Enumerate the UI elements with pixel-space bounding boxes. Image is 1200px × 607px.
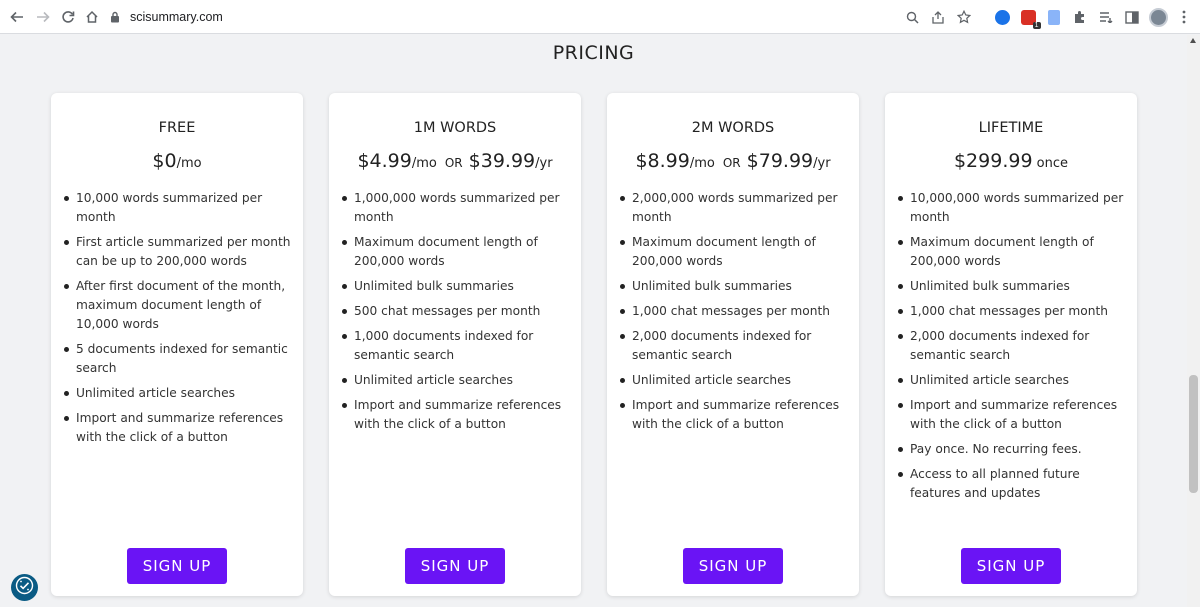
feature-item: 10,000 words summarized per month [62,189,293,227]
feature-item: 10,000,000 words summarized per month [896,189,1127,227]
feature-item: 2,000,000 words summarized per month [618,189,849,227]
feature-item: Unlimited bulk summaries [896,277,1127,296]
sign-up-button-1m-words[interactable]: SIGN UP [405,548,505,584]
privacy-settings-icon [15,576,34,600]
browser-menu-icon[interactable] [1174,7,1194,27]
toolbar-actions: 1 [902,5,1194,29]
reload-icon[interactable] [57,6,79,28]
feature-list: 1,000,000 words summarized per month Max… [340,189,571,440]
feature-item: 1,000,000 words summarized per month [340,189,571,227]
price-unit: /mo [176,156,202,171]
lock-icon [108,10,122,24]
plan-name: LIFETIME [978,120,1044,136]
plan-price: $0/mo [51,150,303,172]
sign-up-button-free[interactable]: SIGN UP [127,548,227,584]
price-unit: /mo [411,156,437,171]
feature-item: Unlimited article searches [62,384,293,403]
feature-item: Import and summarize references with the… [618,396,849,434]
scroll-thumb[interactable] [1189,375,1198,493]
price-amount-yearly: $79.99 [746,150,814,172]
profile-avatar[interactable] [1148,7,1168,27]
feature-item: Maximum document length of 200,000 words [340,233,571,271]
toolbar-spacer [980,7,986,27]
feature-item: Unlimited article searches [340,371,571,390]
feature-list: 2,000,000 words summarized per month Max… [618,189,849,440]
extensions-puzzle-icon[interactable] [1070,7,1090,27]
home-icon[interactable] [81,6,103,28]
price-amount: $8.99 [635,150,690,172]
feature-list: 10,000 words summarized per month First … [62,189,293,453]
page-scrollbar[interactable] [1187,35,1200,607]
plan-price: $299.99 once [885,150,1137,172]
feature-item: First article summarized per month can b… [62,233,293,271]
feature-item: 5 documents indexed for semantic search [62,340,293,378]
price-or-separator: OR [444,156,463,170]
feature-item: 1,000 chat messages per month [618,302,849,321]
plan-card-1m-words: 1M WORDS $4.99/mo OR $39.99/yr 1,000,000 w… [329,93,581,596]
zoom-icon[interactable] [902,7,922,27]
price-amount-yearly: $39.99 [468,150,536,172]
feature-item: 2,000 documents indexed for semantic sea… [896,327,1127,365]
plan-name: FREE [158,120,196,136]
feature-item: Access to all planned future features an… [896,465,1127,503]
plan-price: $4.99/mo OR $39.99/yr [329,150,581,172]
plan-card-free: FREE $0/mo 10,000 words summarized per m… [51,93,303,596]
price-or-separator: OR [722,156,741,170]
feature-item: Unlimited article searches [618,371,849,390]
scroll-up-arrow-icon[interactable] [1190,38,1196,43]
feature-item: 500 chat messages per month [340,302,571,321]
page-title: PRICING [552,42,635,64]
sign-up-button-2m-words[interactable]: SIGN UP [683,548,783,584]
feature-item: Import and summarize references with the… [62,409,293,447]
feature-item: Pay once. No recurring fees. [896,440,1127,459]
back-arrow-icon[interactable] [6,6,28,28]
feature-item: Maximum document length of 200,000 words [618,233,849,271]
feature-item: Maximum document length of 200,000 words [896,233,1127,271]
plan-card-2m-words: 2M WORDS $8.99/mo OR $79.99/yr 2,000,000 w… [607,93,859,596]
url-text: scisummary.com [130,10,223,24]
plan-name: 1M WORDS [413,120,497,136]
plan-price: $8.99/mo OR $79.99/yr [607,150,859,172]
feature-item: Import and summarize references with the… [340,396,571,434]
share-icon[interactable] [928,7,948,27]
feature-item: 2,000 documents indexed for semantic sea… [618,327,849,365]
feature-list: 10,000,000 words summarized per month Ma… [896,189,1127,509]
reading-list-icon[interactable] [1096,7,1116,27]
feature-item: 1,000 chat messages per month [896,302,1127,321]
side-panel-icon[interactable] [1122,7,1142,27]
feature-item: Unlimited bulk summaries [340,277,571,296]
extension-blue-icon[interactable] [992,7,1012,27]
price-unit-yearly: /yr [535,156,553,171]
privacy-settings-button[interactable] [11,574,38,601]
plan-name: 2M WORDS [691,120,775,136]
browser-toolbar: scisummary.com 1 [0,0,1200,34]
bookmark-star-icon[interactable] [954,7,974,27]
feature-item: 1,000 documents indexed for semantic sea… [340,327,571,365]
extension-red-icon[interactable]: 1 [1018,7,1041,29]
feature-item: After first document of the month, maxim… [62,277,293,334]
price-amount: $4.99 [357,150,412,172]
sign-up-button-lifetime[interactable]: SIGN UP [961,548,1061,584]
extension-doc-icon[interactable] [1044,7,1064,27]
price-unit-yearly: /yr [813,156,831,171]
feature-item: Import and summarize references with the… [896,396,1127,434]
price-unit: once [1032,156,1069,171]
forward-arrow-icon[interactable] [32,6,54,28]
feature-item: Unlimited article searches [896,371,1127,390]
price-unit: /mo [689,156,715,171]
plan-card-lifetime: LIFETIME $299.99 once 10,000,000 words s… [885,93,1137,596]
price-amount: $299.99 [953,150,1033,172]
feature-item: Unlimited bulk summaries [618,277,849,296]
price-amount: $0 [152,150,177,172]
